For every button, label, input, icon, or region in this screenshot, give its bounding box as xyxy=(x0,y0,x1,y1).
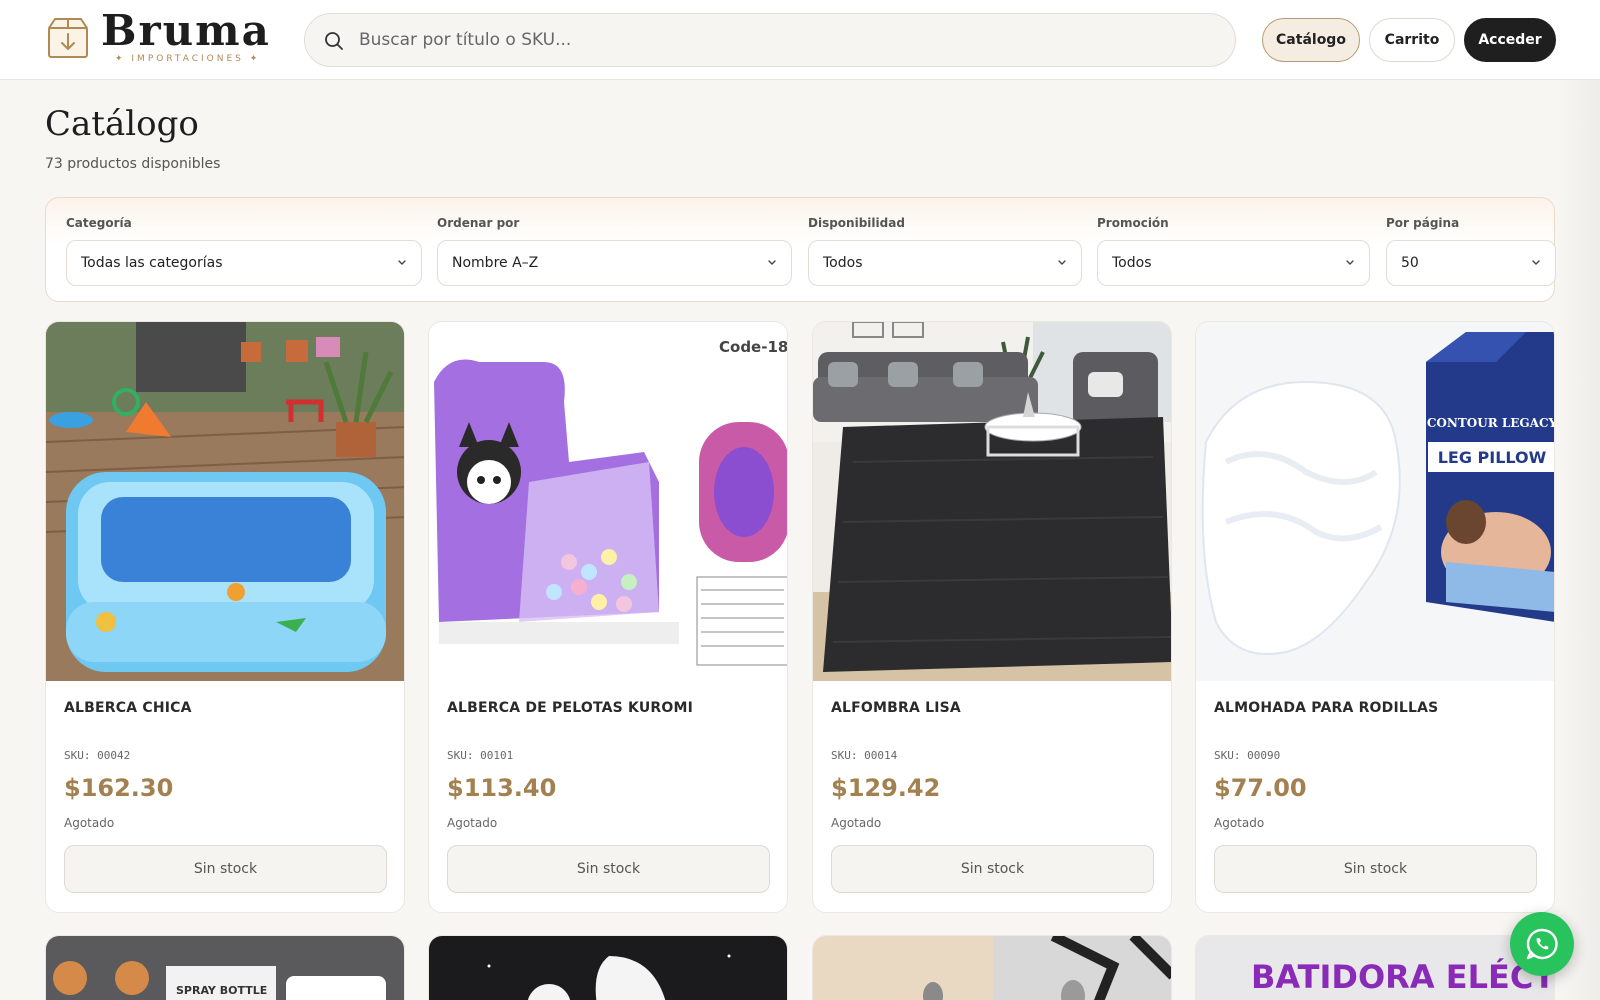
product-card[interactable]: CONTOUR LEGACY LEG PILLOW ALMOHADA PARA … xyxy=(1195,321,1555,913)
disponibilidad-select[interactable]: Todos xyxy=(808,240,1082,286)
filter-promocion: Promoción Todos xyxy=(1097,216,1370,286)
product-sku: SKU: 00090 xyxy=(1214,749,1281,762)
product-card[interactable]: BATIDORA ELÉCTRICA xyxy=(1195,935,1555,1000)
brand-name: Bruma xyxy=(101,6,271,55)
product-price: $77.00 xyxy=(1214,774,1307,802)
chevron-down-icon xyxy=(1346,260,1354,265)
select-value: Nombre A–Z xyxy=(452,255,539,271)
chevron-down-icon xyxy=(398,260,406,265)
nav-acceder-button[interactable]: Acceder xyxy=(1464,18,1556,62)
filter-label: Promoción xyxy=(1097,216,1169,230)
select-value: Todos xyxy=(1112,255,1152,271)
sin-stock-button[interactable]: Sin stock xyxy=(64,845,387,893)
filter-panel: Categoría Todas las categorías Ordenar p… xyxy=(45,197,1556,302)
filter-disponibilidad: Disponibilidad Todos xyxy=(808,216,1082,286)
product-name[interactable]: ALMOHADA PARA RODILLAS xyxy=(1214,700,1438,716)
product-count: 73 productos disponibles xyxy=(45,156,221,172)
promocion-select[interactable]: Todos xyxy=(1097,240,1370,286)
product-card[interactable]: SPRAY BOTTLE xyxy=(45,935,405,1000)
product-image[interactable]: BATIDORA ELÉCTRICA xyxy=(1196,936,1555,1000)
product-image[interactable]: SPRAY BOTTLE xyxy=(46,936,405,1000)
product-card[interactable]: ALBERCA CHICA SKU: 00042 $162.30 Agotado… xyxy=(45,321,405,913)
product-image[interactable] xyxy=(46,322,405,681)
product-card[interactable] xyxy=(812,935,1172,1000)
nav-catalogo-button[interactable]: Catálogo xyxy=(1262,18,1360,62)
product-image[interactable] xyxy=(813,936,1172,1000)
stock-status: Agotado xyxy=(1214,816,1265,830)
product-image[interactable] xyxy=(813,322,1172,681)
select-value: Todos xyxy=(823,255,863,271)
product-price: $162.30 xyxy=(64,774,174,802)
product-card[interactable]: Code-183 ALBERCA DE PELOTAS KUROMI SKU: … xyxy=(428,321,788,913)
filter-label: Por página xyxy=(1386,216,1460,230)
por-pagina-select[interactable]: 50 xyxy=(1386,240,1556,286)
image-code-text: Code-183 xyxy=(719,338,788,356)
product-price: $129.42 xyxy=(831,774,941,802)
product-image[interactable]: CONTOUR LEGACY LEG PILLOW xyxy=(1196,322,1555,681)
page-title: Catálogo xyxy=(45,104,199,144)
pillow-brand-text: CONTOUR LEGACY xyxy=(1427,416,1555,430)
sin-stock-button[interactable]: Sin stock xyxy=(447,845,770,893)
product-sku: SKU: 00042 xyxy=(64,749,131,762)
whatsapp-button[interactable] xyxy=(1510,912,1574,976)
stock-status: Agotado xyxy=(831,816,882,830)
batidora-text: BATIDORA ELÉCTRICA xyxy=(1251,958,1555,996)
search-input[interactable] xyxy=(359,14,1219,66)
filter-categoria: Categoría Todas las categorías xyxy=(66,216,422,286)
product-image[interactable] xyxy=(429,936,788,1000)
filter-por-pagina: Por página 50 xyxy=(1386,216,1556,286)
chevron-down-icon xyxy=(1058,260,1066,265)
product-card[interactable] xyxy=(428,935,788,1000)
product-name[interactable]: ALFOMBRA LISA xyxy=(831,700,961,716)
whatsapp-icon xyxy=(1526,928,1558,960)
sin-stock-button[interactable]: Sin stock xyxy=(1214,845,1537,893)
brand-tagline: ✦ IMPORTACIONES ✦ xyxy=(115,54,261,64)
product-name[interactable]: ALBERCA DE PELOTAS KUROMI xyxy=(447,700,693,716)
product-image[interactable]: Code-183 xyxy=(429,322,788,681)
product-price: $113.40 xyxy=(447,774,557,802)
pillow-title-text: LEG PILLOW xyxy=(1438,448,1547,467)
stock-status: Agotado xyxy=(64,816,115,830)
product-name[interactable]: ALBERCA CHICA xyxy=(64,700,192,716)
chevron-down-icon xyxy=(768,260,776,265)
nav-carrito-button[interactable]: Carrito xyxy=(1369,18,1455,62)
stock-status: Agotado xyxy=(447,816,498,830)
sin-stock-button[interactable]: Sin stock xyxy=(831,845,1154,893)
box-logo-icon xyxy=(48,18,88,58)
select-value: Todas las categorías xyxy=(81,255,223,271)
product-sku: SKU: 00101 xyxy=(447,749,514,762)
ordenar-select[interactable]: Nombre A–Z xyxy=(437,240,792,286)
filter-label: Disponibilidad xyxy=(808,216,905,230)
product-sku: SKU: 00014 xyxy=(831,749,898,762)
filter-label: Ordenar por xyxy=(437,216,520,230)
categoria-select[interactable]: Todas las categorías xyxy=(66,240,422,286)
search-icon xyxy=(325,32,343,50)
brand-logo[interactable]: Bruma ✦ IMPORTACIONES ✦ xyxy=(45,6,285,68)
top-header: Bruma ✦ IMPORTACIONES ✦ Catálogo Carrito… xyxy=(0,0,1600,80)
scroll-edge xyxy=(1556,80,1600,1000)
search-bar xyxy=(304,13,1236,67)
chevron-down-icon xyxy=(1532,260,1540,265)
filter-ordenar: Ordenar por Nombre A–Z xyxy=(437,216,792,286)
spray-bottle-text: SPRAY BOTTLE xyxy=(176,984,267,997)
filter-label: Categoría xyxy=(66,216,132,230)
product-card[interactable]: ALFOMBRA LISA SKU: 00014 $129.42 Agotado… xyxy=(812,321,1172,913)
select-value: 50 xyxy=(1401,255,1419,271)
